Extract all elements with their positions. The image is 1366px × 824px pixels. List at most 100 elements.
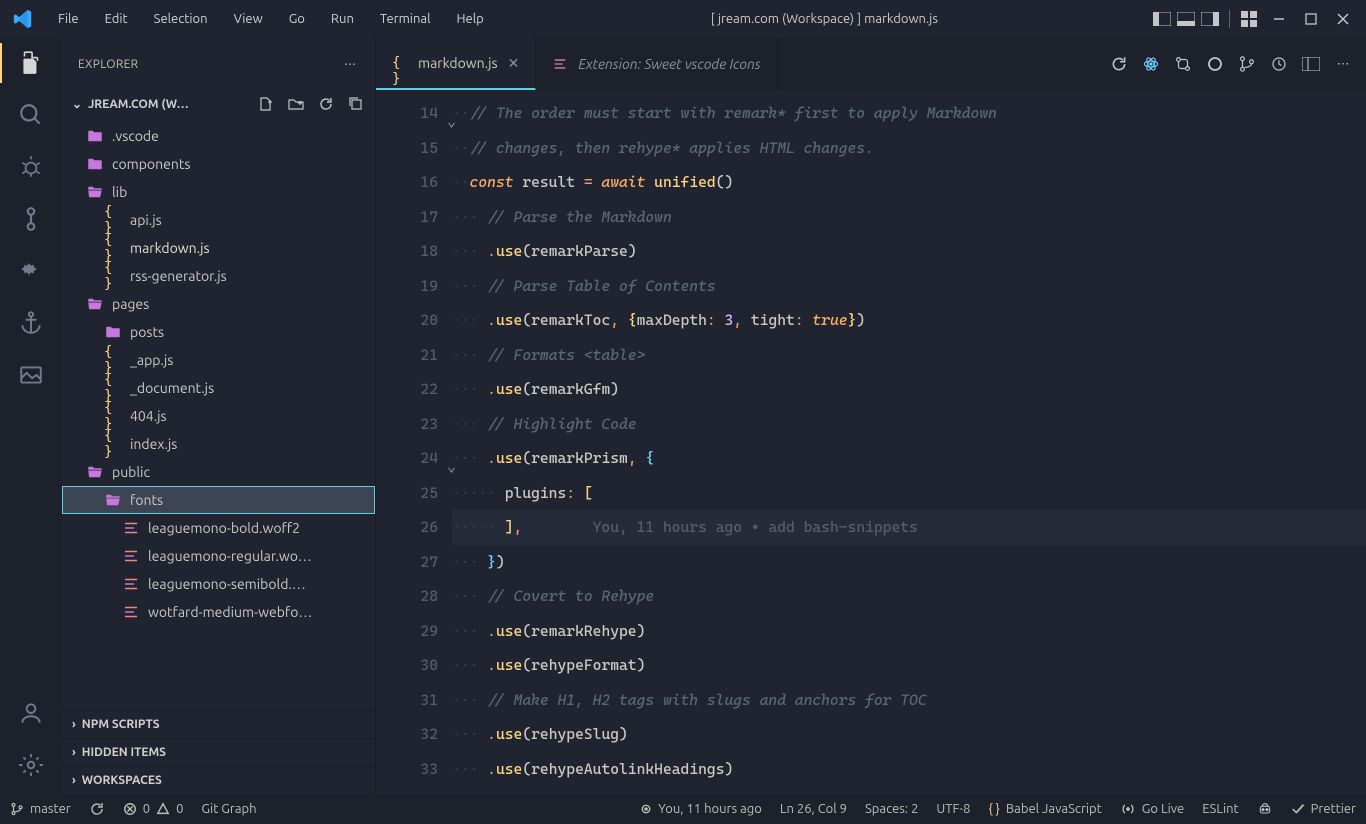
status-prettier[interactable]: Prettier (1291, 802, 1356, 816)
status-copilot-icon[interactable] (1257, 801, 1273, 817)
collapse-all-icon[interactable] (347, 95, 365, 113)
status-sync-icon[interactable] (89, 801, 105, 817)
menu-view[interactable]: View (222, 6, 275, 32)
code-line[interactable]: ····· ], You, 11 hours ago • add bash-sn… (452, 510, 1366, 545)
layout-bottom-icon[interactable] (1177, 10, 1195, 28)
tree-file[interactable]: { }index.js (62, 430, 375, 458)
tab-extension-sweet-vscode-icons[interactable]: Extension: Sweet vscode Icons (536, 38, 777, 90)
status-git-graph[interactable]: Git Graph (201, 802, 256, 816)
git-compare-icon[interactable] (1174, 55, 1192, 73)
more-actions-icon[interactable]: ⋯ (1334, 55, 1352, 73)
account-icon[interactable] (16, 698, 46, 728)
panel-workspaces[interactable]: ›WORKSPACES (62, 766, 375, 794)
atom-icon[interactable] (1142, 55, 1160, 73)
line-number: 28 (376, 579, 452, 614)
code-line[interactable]: ··· .use(rehypeFormat) (452, 648, 1366, 683)
tree-file[interactable]: leaguemono-semibold.… (62, 570, 375, 598)
tree-folder[interactable]: components (62, 150, 375, 178)
menu-terminal[interactable]: Terminal (368, 6, 443, 32)
menu-help[interactable]: Help (444, 6, 495, 32)
run-icon[interactable] (1206, 55, 1224, 73)
status-eslint[interactable]: ESLint (1202, 802, 1238, 816)
minimize-icon[interactable] (1270, 10, 1288, 28)
code-line[interactable]: ··// changes, then rehype* applies HTML … (452, 131, 1366, 166)
maximize-icon[interactable] (1302, 10, 1320, 28)
status-language[interactable]: { } Babel JavaScript (988, 802, 1101, 816)
code-line[interactable]: ····· plugins: [ (452, 476, 1366, 511)
status-problems[interactable]: 0 0 (123, 802, 184, 816)
layout-left-icon[interactable] (1153, 10, 1171, 28)
debug-tab-icon[interactable] (16, 152, 46, 182)
tree-folder[interactable]: .vscode (62, 122, 375, 150)
code-line[interactable]: ··· // Parse the Markdown (452, 200, 1366, 235)
js-file-icon: { } (104, 351, 122, 369)
code-line[interactable]: ··· // Highlight Code (452, 407, 1366, 442)
code-content[interactable]: ··// The order must start with remark* f… (452, 90, 1366, 794)
code-line[interactable]: ··· .use(rehypeSlug) (452, 717, 1366, 752)
status-encoding[interactable]: UTF-8 (936, 802, 970, 816)
refresh-icon[interactable] (317, 95, 335, 113)
code-line[interactable]: ··· // Covert to Rehype (452, 579, 1366, 614)
code-line[interactable]: ··· // Parse Table of Contents (452, 269, 1366, 304)
tree-file[interactable]: wotfard-medium-webfo… (62, 598, 375, 626)
menu-edit[interactable]: Edit (93, 6, 140, 32)
code-line[interactable]: ··· .use(remarkToc, {maxDepth: 3, tight:… (452, 303, 1366, 338)
close-tab-icon[interactable]: ✕ (508, 55, 520, 72)
code-line[interactable]: ··· .use(remarkRehype) (452, 614, 1366, 649)
tree-file[interactable]: { }_document.js (62, 374, 375, 402)
code-line[interactable]: ··· .use(remarkPrism, { (452, 441, 1366, 476)
tab-markdown-js[interactable]: { }markdown.js✕ (376, 38, 536, 90)
code-line[interactable]: ··const result = await unified() (452, 165, 1366, 200)
split-editor-icon[interactable] (1302, 55, 1320, 73)
status-position[interactable]: Ln 26, Col 9 (780, 802, 847, 816)
search-tab-icon[interactable] (16, 100, 46, 130)
git-branch-icon[interactable] (1238, 55, 1256, 73)
code-line[interactable]: ··· // Formats <table> (452, 338, 1366, 373)
status-indent[interactable]: Spaces: 2 (865, 802, 918, 816)
reload-icon[interactable] (1110, 55, 1128, 73)
source-control-tab-icon[interactable] (16, 204, 46, 234)
status-blame[interactable]: You, 11 hours ago (640, 802, 762, 816)
tree-folder[interactable]: public (62, 458, 375, 486)
new-file-icon[interactable] (257, 95, 275, 113)
code-line[interactable]: ··// The order must start with remark* f… (452, 96, 1366, 131)
status-go-live[interactable]: Go Live (1120, 802, 1184, 816)
tree-folder[interactable]: lib (62, 178, 375, 206)
anchor-tab-icon[interactable] (16, 308, 46, 338)
layout-customize-icon[interactable] (1240, 10, 1258, 28)
menu-go[interactable]: Go (277, 6, 317, 32)
more-icon[interactable]: ⋯ (341, 55, 359, 73)
tree-folder[interactable]: fonts (62, 486, 375, 514)
tree-file[interactable]: leaguemono-regular.wo… (62, 542, 375, 570)
tree-file[interactable]: leaguemono-bold.woff2 (62, 514, 375, 542)
extensions-tab-icon[interactable] (16, 256, 46, 286)
new-folder-icon[interactable] (287, 95, 305, 113)
time-travel-icon[interactable] (1270, 55, 1288, 73)
code-line[interactable]: ··· // Make H1, H2 tags with slugs and a… (452, 683, 1366, 718)
panel-npm-scripts[interactable]: ›NPM SCRIPTS (62, 710, 375, 738)
layout-right-icon[interactable] (1201, 10, 1219, 28)
panel-hidden-items[interactable]: ›HIDDEN ITEMS (62, 738, 375, 766)
menu-file[interactable]: File (46, 6, 91, 32)
tree-file[interactable]: { }markdown.js (62, 234, 375, 262)
code-line[interactable]: ··· .use(remarkGfm) (452, 372, 1366, 407)
code-editor[interactable]: 14⌄15161718192021222324⌄2526272829303132… (376, 90, 1366, 794)
tree-file[interactable]: { }404.js (62, 402, 375, 430)
menu-selection[interactable]: Selection (142, 6, 220, 32)
tree-item-label: .vscode (112, 128, 159, 144)
status-branch[interactable]: master (10, 802, 71, 816)
tree-folder[interactable]: pages (62, 290, 375, 318)
tree-folder[interactable]: posts (62, 318, 375, 346)
close-icon[interactable] (1334, 10, 1352, 28)
tree-file[interactable]: { }rss-generator.js (62, 262, 375, 290)
code-line[interactable]: ··· .use(remarkParse) (452, 234, 1366, 269)
tree-file[interactable]: { }_app.js (62, 346, 375, 374)
code-line[interactable]: ··· }) (452, 545, 1366, 580)
settings-gear-icon[interactable] (16, 750, 46, 780)
image-tab-icon[interactable] (16, 360, 46, 390)
tree-file[interactable]: { }api.js (62, 206, 375, 234)
workspace-folder-header[interactable]: ⌄ JREAM.COM (W… (62, 90, 375, 118)
code-line[interactable]: ··· .use(rehypeAutolinkHeadings) (452, 752, 1366, 787)
explorer-tab-icon[interactable] (16, 48, 46, 78)
menu-run[interactable]: Run (319, 6, 366, 32)
